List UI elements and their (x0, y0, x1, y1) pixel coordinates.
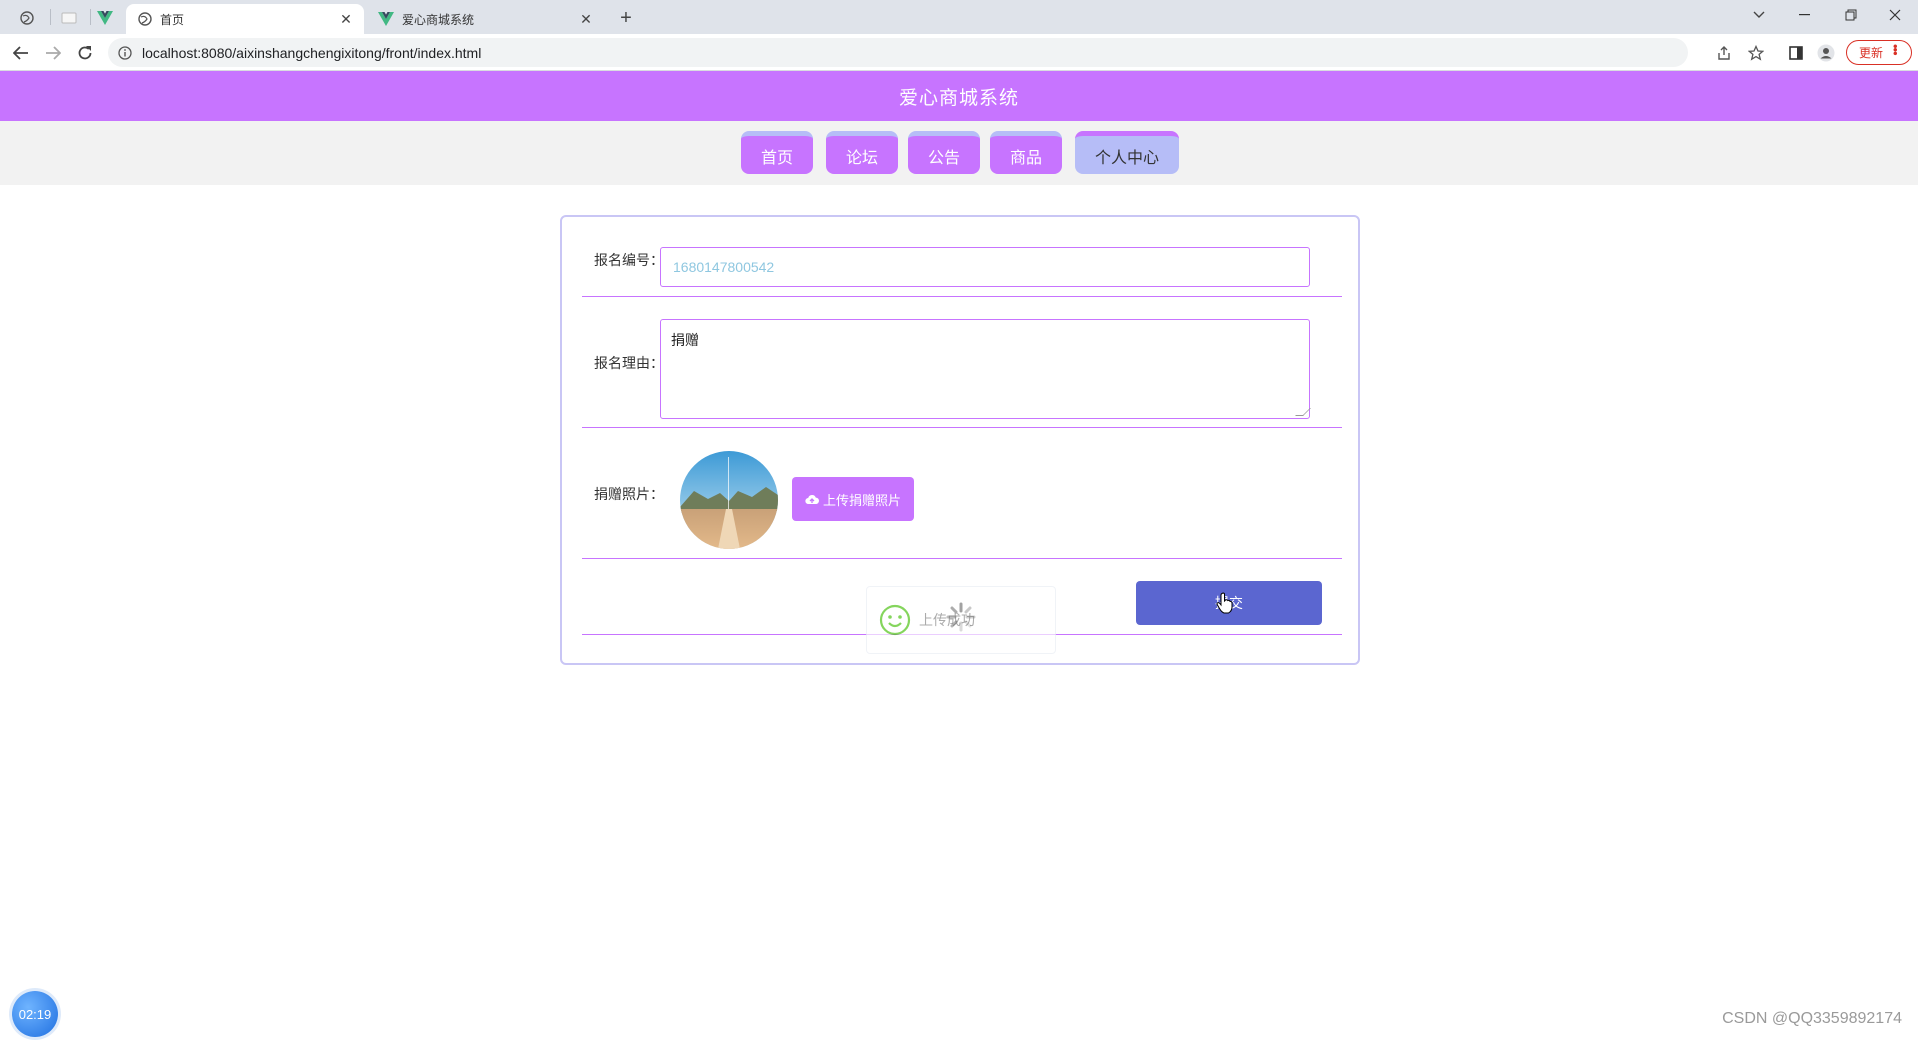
upload-photo-button[interactable]: 上传捐赠照片 (792, 477, 914, 521)
tab-home[interactable]: 首页 ✕ (126, 4, 364, 34)
reload-icon[interactable] (72, 40, 98, 66)
signup-number-field[interactable]: 1680147800542 (660, 247, 1310, 287)
reason-label: 报名理由： (594, 355, 664, 371)
nav-item-personal-center[interactable]: 个人中心 (1075, 131, 1179, 174)
share-icon[interactable] (1712, 41, 1736, 65)
resize-grip-icon[interactable] (1295, 408, 1311, 416)
csdn-watermark: CSDN @QQ3359892174 (1722, 1010, 1902, 1027)
tab-separator (50, 9, 51, 25)
site-title: 爱心商城系统 (898, 87, 1019, 109)
info-icon[interactable] (118, 45, 132, 60)
smile-icon (879, 604, 911, 636)
profile-icon[interactable] (1814, 41, 1838, 65)
signup-number-value: 1680147800542 (673, 259, 775, 275)
url-text: localhost:8080/aixinshangchengixitong/fr… (142, 44, 482, 61)
number-label: 报名编号： (594, 252, 664, 268)
close-icon[interactable]: ✕ (578, 11, 594, 27)
hand-cursor-icon (1216, 592, 1234, 614)
update-label: 更新 (1859, 46, 1884, 60)
address-toolbar: localhost:8080/aixinshangchengixitong/fr… (0, 34, 1918, 71)
globe-icon (138, 12, 152, 26)
upload-photo-label: 上传捐赠照片 (822, 492, 901, 508)
recording-timer[interactable]: 02:19 (12, 991, 58, 1037)
window-close-icon[interactable] (1872, 0, 1918, 30)
nav-item-home[interactable]: 首页 (741, 131, 813, 174)
loading-spinner-icon (946, 602, 976, 632)
side-panel-icon[interactable] (1784, 41, 1808, 65)
address-bar[interactable]: localhost:8080/aixinshangchengixitong/fr… (108, 38, 1688, 67)
tab-search-icon[interactable] (1736, 0, 1782, 30)
nav-item-notice[interactable]: 公告 (908, 131, 980, 174)
donation-photo-thumbnail[interactable] (680, 451, 778, 549)
vue-tab-icon[interactable] (88, 5, 122, 31)
star-icon[interactable] (1744, 41, 1768, 65)
site-header: 爱心商城系统 (0, 71, 1918, 121)
nav-item-forum[interactable]: 论坛 (826, 131, 898, 174)
back-arrow-icon[interactable] (8, 40, 34, 66)
blank-tab-icon[interactable] (52, 5, 86, 31)
new-tab-button[interactable]: + (612, 6, 640, 30)
close-icon[interactable]: ✕ (338, 11, 354, 27)
signup-reason-value: 捐赠 (671, 332, 699, 348)
globe-tab-icon[interactable] (10, 5, 44, 31)
restore-icon[interactable] (1828, 0, 1874, 30)
minimize-icon[interactable] (1782, 0, 1828, 30)
main-nav: 首页 论坛 公告 商品 个人中心 (0, 121, 1918, 185)
update-button[interactable]: 更新 ••• (1846, 40, 1912, 65)
photo-label: 捐赠照片： (594, 486, 664, 502)
cloud-upload-icon (805, 494, 819, 504)
forward-arrow-icon[interactable] (40, 40, 66, 66)
tab-title: 首页 (160, 12, 185, 27)
browser-tab-bar: 首页 ✕ 爱心商城系统 ✕ + (0, 0, 1918, 34)
vue-icon (378, 12, 394, 26)
tab-title: 爱心商城系统 (402, 12, 475, 27)
signup-reason-textarea[interactable]: 捐赠 (660, 319, 1311, 419)
tab-mall[interactable]: 爱心商城系统 ✕ (366, 4, 604, 34)
nav-item-goods[interactable]: 商品 (990, 131, 1062, 174)
more-menu-icon[interactable]: ••• (1888, 44, 1903, 55)
